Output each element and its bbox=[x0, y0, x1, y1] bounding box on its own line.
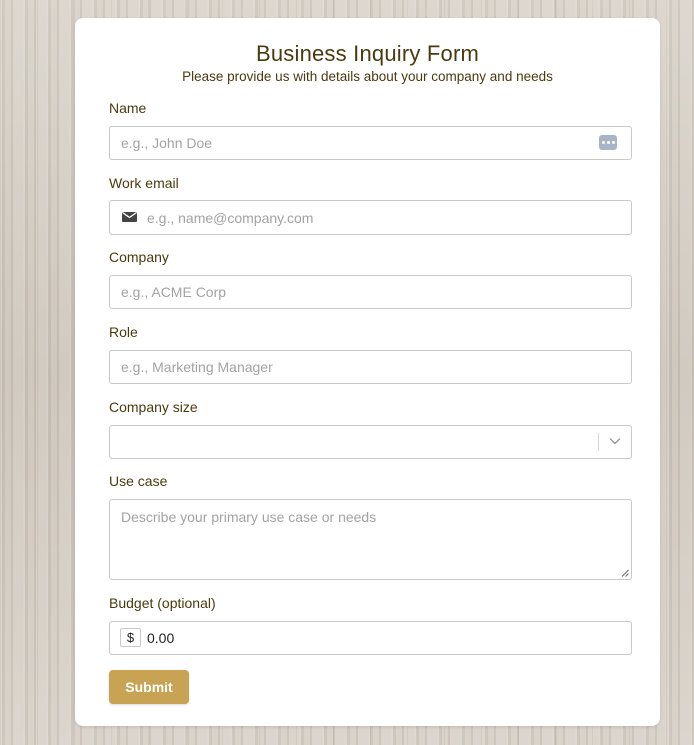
currency-symbol: $ bbox=[120, 628, 141, 647]
form-subtitle: Please provide us with details about you… bbox=[182, 69, 553, 84]
password-manager-icon[interactable] bbox=[599, 135, 617, 150]
company-label: Company bbox=[109, 249, 169, 265]
resize-handle-icon[interactable] bbox=[621, 569, 629, 577]
budget-input[interactable] bbox=[147, 622, 591, 654]
form-title: Business Inquiry Form bbox=[255, 41, 480, 66]
name-field-wrapper bbox=[109, 126, 632, 160]
budget-field-wrapper: $ bbox=[109, 621, 632, 655]
budget-label: Budget (optional) bbox=[109, 595, 216, 611]
email-input[interactable] bbox=[147, 201, 591, 234]
role-field-wrapper bbox=[109, 350, 632, 384]
company-size-label: Company size bbox=[109, 399, 198, 415]
role-input[interactable] bbox=[121, 351, 591, 383]
use-case-field-wrapper bbox=[109, 499, 632, 580]
role-label: Role bbox=[109, 324, 138, 340]
mail-icon bbox=[122, 211, 137, 222]
company-input[interactable] bbox=[121, 276, 591, 308]
email-field-wrapper bbox=[109, 200, 632, 235]
company-size-select[interactable] bbox=[109, 425, 632, 459]
company-field-wrapper bbox=[109, 275, 632, 309]
name-input[interactable] bbox=[121, 127, 591, 159]
inquiry-form-card: Business Inquiry Form Please provide us … bbox=[75, 18, 660, 726]
name-label: Name bbox=[109, 100, 147, 116]
submit-button[interactable]: Submit bbox=[109, 670, 189, 704]
select-divider bbox=[598, 433, 599, 451]
use-case-label: Use case bbox=[109, 473, 168, 489]
use-case-textarea[interactable] bbox=[121, 508, 591, 579]
email-label: Work email bbox=[109, 175, 179, 191]
chevron-down-icon[interactable] bbox=[609, 437, 621, 445]
